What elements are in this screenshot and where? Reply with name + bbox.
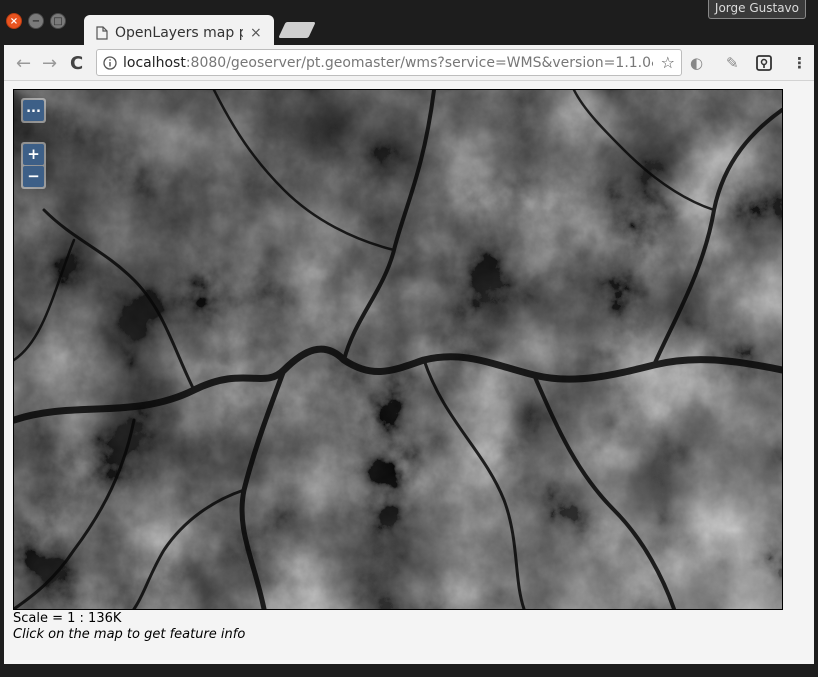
new-tab-button[interactable]	[278, 22, 316, 38]
terrain-raster[interactable]	[14, 90, 782, 609]
address-bar-url: localhost:8080/geoserver/pt.geomaster/wm…	[123, 55, 653, 71]
layer-switcher-button[interactable]: ...	[23, 100, 44, 121]
layer-switcher-control: ...	[21, 98, 46, 123]
extension-icon-1[interactable]: ◐	[690, 54, 703, 72]
address-bar[interactable]: localhost:8080/geoserver/pt.geomaster/wm…	[96, 49, 682, 76]
browser-tab[interactable]: OpenLayers map pr ×	[84, 15, 274, 45]
page-content: ... + − Scale = 1 : 136K Click on the ma…	[4, 81, 814, 664]
extension-icon-3[interactable]	[756, 55, 772, 71]
scale-readout: Scale = 1 : 136K	[13, 611, 122, 626]
window-minimize-button[interactable]: −	[28, 13, 44, 29]
zoom-control: + −	[21, 142, 46, 189]
url-host: localhost	[123, 54, 186, 71]
tab-title: OpenLayers map pr	[115, 25, 243, 41]
url-path: :8080/geoserver/pt.geomaster/wms?service…	[185, 54, 653, 71]
window-close-button[interactable]: ×	[6, 13, 22, 29]
menu-icon[interactable]: ⋮	[792, 54, 807, 72]
zoom-in-button[interactable]: +	[23, 144, 44, 165]
window-maximize-button[interactable]: □	[50, 13, 66, 29]
profile-name[interactable]: Jorge Gustavo	[707, 0, 806, 19]
window-controls: × − □	[6, 13, 66, 29]
page-icon	[96, 26, 108, 40]
extension-icon-2[interactable]: ✎	[726, 54, 739, 72]
reload-button[interactable]: C	[70, 53, 83, 74]
forward-button[interactable]: →	[42, 53, 57, 74]
map-viewport[interactable]: ... + −	[13, 89, 783, 610]
back-button[interactable]: ←	[16, 53, 31, 74]
browser-toolbar: ← → C localhost:8080/geoserver/pt.geomas…	[4, 45, 814, 81]
window-bottom-edge	[0, 664, 818, 677]
info-icon[interactable]	[103, 55, 117, 70]
tab-close-button[interactable]: ×	[250, 25, 262, 41]
zoom-out-button[interactable]: −	[23, 166, 44, 187]
bookmark-star-icon[interactable]: ☆	[661, 53, 675, 72]
feature-info-hint: Click on the map to get feature info	[13, 627, 246, 642]
